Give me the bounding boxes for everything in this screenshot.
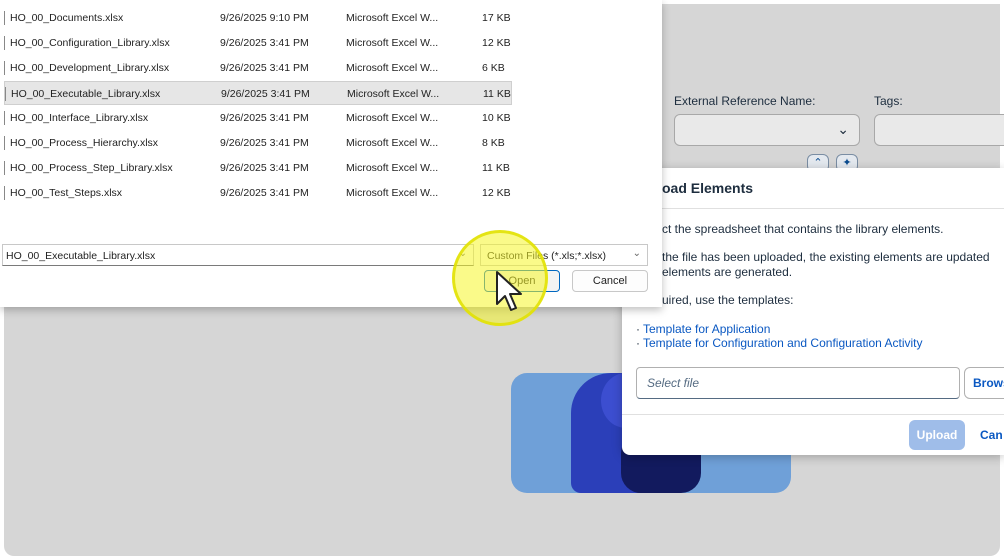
file-date: 9/26/2025 9:10 PM — [220, 12, 309, 24]
external-reference-select[interactable]: ⌄ — [674, 114, 860, 146]
file-date: 9/26/2025 3:41 PM — [220, 187, 309, 199]
file-size: 11 KB — [482, 162, 510, 174]
file-name: HO_00_Development_Library.xlsx — [10, 62, 170, 74]
file-date: 9/26/2025 3:41 PM — [220, 37, 309, 49]
file-size: 11 KB — [483, 88, 511, 100]
file-name-input[interactable]: HO_00_Executable_Library.xlsx ⌄ — [2, 244, 474, 266]
file-type: Microsoft Excel W... — [347, 88, 440, 100]
templates-intro-text: uired, use the templates: — [662, 293, 794, 307]
file-size: 10 KB — [482, 112, 511, 124]
file-type: Microsoft Excel W... — [346, 12, 439, 24]
file-name: HO_00_Process_Hierarchy.xlsx — [10, 137, 159, 149]
cancel-button[interactable]: Cancel — [572, 270, 648, 292]
browse-button[interactable]: Brows — [964, 367, 1004, 399]
file-open-dialog: HO_00_Documents.xlsx 9/26/2025 9:10 PM Mic… — [0, 0, 662, 307]
file-date: 9/26/2025 3:41 PM — [220, 137, 309, 149]
file-name: HO_00_Documents.xlsx — [10, 12, 124, 24]
upload-cancel-button[interactable]: Can — [974, 420, 1004, 450]
chevron-down-icon: ⌄ — [837, 121, 849, 137]
file-type: Microsoft Excel W... — [346, 137, 439, 149]
file-type: Microsoft Excel W... — [346, 187, 439, 199]
file-date: 9/26/2025 3:41 PM — [221, 88, 310, 100]
file-date: 9/26/2025 3:41 PM — [220, 62, 309, 74]
chevron-down-icon: ⌄ — [632, 248, 641, 259]
template-configuration-link[interactable]: · Template for Configuration and Configur… — [636, 336, 923, 350]
file-name-value: HO_00_Executable_Library.xlsx — [6, 250, 156, 262]
template-application-link[interactable]: · Template for Application — [636, 322, 770, 336]
file-row[interactable]: HO_00_Interface_Library.xlsx 9/26/2025 3:… — [4, 106, 512, 130]
file-name: HO_00_Process_Step_Library.xlsx — [10, 162, 173, 174]
file-type: Microsoft Excel W... — [346, 112, 439, 124]
file-type: Microsoft Excel W... — [346, 162, 439, 174]
tags-input[interactable] — [874, 114, 1004, 146]
select-file-input[interactable]: Select file — [636, 367, 960, 399]
info-text-2: elements are generated. — [662, 265, 793, 279]
file-row[interactable]: HO_00_Development_Library.xlsx 9/26/2025 … — [4, 56, 512, 80]
file-type: Microsoft Excel W... — [346, 62, 439, 74]
dialog-title: oad Elements — [662, 180, 754, 196]
file-date: 9/26/2025 3:41 PM — [220, 162, 309, 174]
file-row[interactable]: HO_00_Process_Hierarchy.xlsx 9/26/2025 3:… — [4, 131, 512, 155]
file-size: 12 KB — [482, 37, 511, 49]
file-type: Microsoft Excel W... — [346, 37, 439, 49]
file-date: 9/26/2025 3:41 PM — [220, 112, 309, 124]
info-text-1: the file has been uploaded, the existing… — [662, 250, 990, 264]
file-name: HO_00_Executable_Library.xlsx — [11, 88, 161, 100]
filter-bar: External Reference Name: Tags: ⌄ ⌃ ✦ — [658, 4, 1004, 172]
file-size: 12 KB — [482, 187, 511, 199]
file-row[interactable]: HO_00_Documents.xlsx 9/26/2025 9:10 PM Mic… — [4, 6, 512, 30]
upload-elements-dialog: oad Elements ct the spreadsheet that con… — [622, 168, 1004, 455]
instruction-text: ct the spreadsheet that contains the lib… — [662, 222, 944, 236]
external-reference-label: External Reference Name: — [674, 94, 816, 108]
file-row[interactable]: HO_00_Executable_Library.xlsx 9/26/2025 3… — [4, 81, 512, 105]
mouse-cursor-icon — [496, 271, 522, 311]
upload-button[interactable]: Upload — [909, 420, 965, 450]
file-size: 8 KB — [482, 137, 505, 149]
file-row[interactable]: HO_00_Test_Steps.xlsx 9/26/2025 3:41 PM Mi… — [4, 181, 512, 205]
file-size: 17 KB — [482, 12, 511, 24]
file-row[interactable]: HO_00_Configuration_Library.xlsx 9/26/202… — [4, 31, 512, 55]
file-name: HO_00_Interface_Library.xlsx — [10, 112, 149, 124]
file-size: 6 KB — [482, 62, 505, 74]
tags-label: Tags: — [874, 94, 903, 108]
file-row[interactable]: HO_00_Process_Step_Library.xlsx 9/26/2025… — [4, 156, 512, 180]
file-name: HO_00_Test_Steps.xlsx — [10, 187, 123, 199]
file-name: HO_00_Configuration_Library.xlsx — [10, 37, 170, 49]
